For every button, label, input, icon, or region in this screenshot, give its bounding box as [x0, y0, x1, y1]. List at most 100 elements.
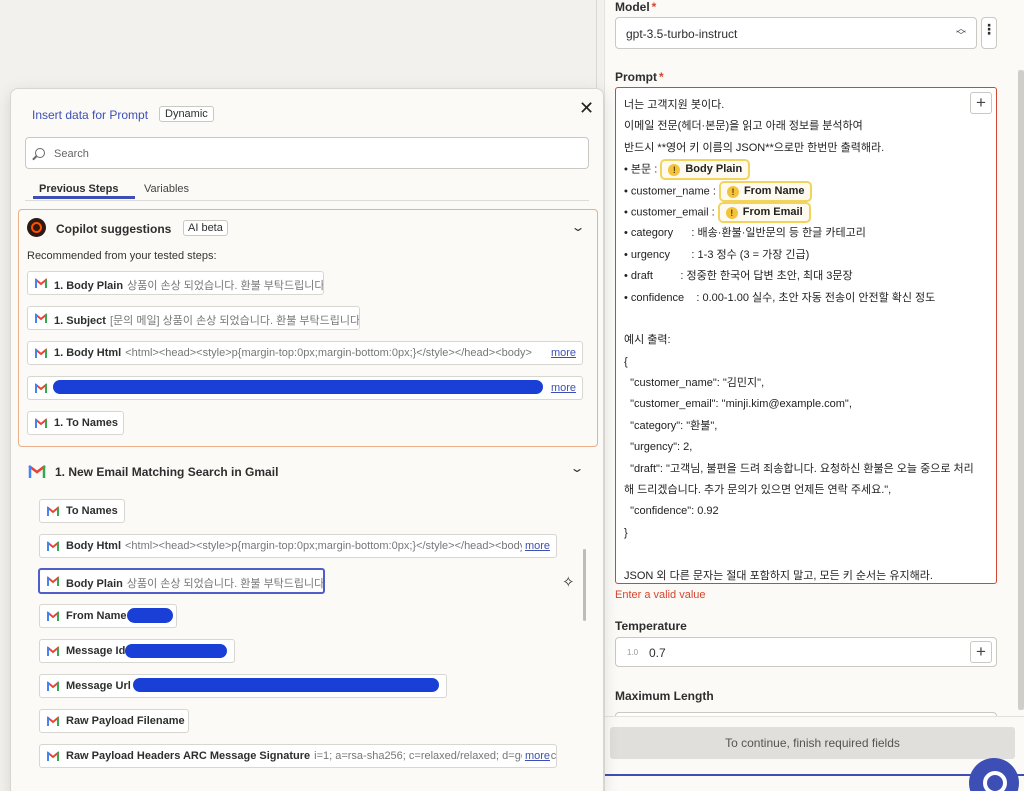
gmail-step-title: 1. New Email Matching Search in Gmail [55, 465, 279, 479]
gmail-icon [47, 541, 59, 551]
updown-chevron-icon: ︿ ﹀ [956, 24, 966, 42]
suggestion-item[interactable]: 1. Body Html <html><head><style>p{margin-… [27, 341, 583, 365]
model-value: gpt-3.5-turbo-instruct [626, 27, 738, 41]
max-length-label: Maximum Length [615, 689, 714, 703]
search-input[interactable] [54, 145, 574, 163]
prompt-line [624, 544, 988, 565]
from-email-chip[interactable]: ! From Email [717, 201, 811, 223]
redaction-mark [53, 380, 543, 394]
suggestion-item[interactable]: 1. To Names [27, 411, 124, 435]
step-config-panel: Model * gpt-3.5-turbo-instruct ︿ ﹀ ⋮ Promp… [604, 0, 1024, 791]
suggestion-item[interactable]: 1. Subject [문의 메일] 상품이 손상 되었습니다. 환불 부탁드립니… [27, 306, 360, 330]
prompt-line: "draft": "고객님, 불편을 드려 죄송합니다. 요청하신 환불은 오늘… [624, 462, 974, 475]
footer-bar: To continue, finish required fields [605, 716, 1024, 791]
popover-scrollbar[interactable] [583, 549, 586, 621]
field-item[interactable]: Raw Payload Headers ARC Message Signatur… [39, 744, 557, 768]
field-item[interactable]: Raw Payload Filename [39, 709, 189, 733]
prompt-error: Enter a valid value [615, 589, 706, 601]
copilot-suggestions-section: Copilot suggestions AI beta ⌄ Recommende… [18, 209, 598, 447]
prompt-line: "customer_name": "김민지", [624, 377, 765, 390]
insert-data-plus-icon[interactable]: + [970, 92, 992, 114]
sparkle-icon[interactable]: ✧ [562, 573, 575, 591]
gmail-icon [28, 465, 46, 478]
gmail-icon [47, 716, 59, 726]
prompt-line: • draft : 정중한 한국어 답변 초안, 최대 3문장 [624, 270, 853, 283]
model-select[interactable]: gpt-3.5-turbo-instruct ︿ ﹀ [615, 17, 977, 49]
more-link[interactable]: more [547, 382, 576, 394]
prompt-line: • urgency : 1-3 정수 (3 = 가장 긴급) [624, 248, 810, 261]
model-label: Model * [615, 0, 657, 14]
prompt-line: 해 드리겠습니다. 추가 문의가 있으면 언제든 연락 주세요.", [624, 484, 892, 497]
tab-variables[interactable]: Variables [144, 183, 189, 195]
field-item[interactable]: Body Html <html><head><style>p{margin-top… [39, 534, 557, 558]
copilot-logo-icon [27, 218, 46, 237]
gmail-icon [35, 313, 47, 323]
search-box[interactable] [25, 137, 589, 169]
prompt-line [624, 309, 988, 330]
gmail-icon [35, 383, 47, 393]
insert-data-popover: Insert data for Prompt Dynamic ✕ Previou… [10, 88, 604, 791]
gmail-icon [47, 646, 59, 656]
prompt-line: • confidence : 0.00-1.00 실수, 초안 자동 전송이 안… [624, 291, 936, 304]
prompt-line: 예시 출력: [624, 334, 671, 347]
gmail-icon [35, 348, 47, 358]
temperature-label: Temperature [615, 619, 687, 633]
gmail-icon [47, 576, 59, 586]
temperature-plus-icon[interactable]: + [970, 641, 992, 663]
panel-scrollbar[interactable] [1018, 70, 1024, 710]
suggestion-item[interactable]: 1. Body Plain 상품이 손상 되었습니다. 환불 부탁드립니다. [27, 271, 324, 295]
chevron-down-icon[interactable]: ⌄ [569, 461, 584, 475]
temperature-value: 0.7 [649, 646, 666, 660]
prompt-line: "urgency": 2, [624, 441, 693, 454]
prompt-editor[interactable]: 너는 고객지원 봇이다. 이메일 전문(헤더·본문)을 읽고 아래 정보를 분석… [615, 87, 997, 584]
prompt-line: { [624, 355, 628, 368]
gmail-icon [47, 506, 59, 516]
prompt-line: 너는 고객지원 봇이다. [624, 99, 725, 111]
warning-icon: ! [725, 206, 738, 219]
gmail-icon [47, 611, 59, 621]
warning-icon: ! [668, 164, 681, 177]
more-options-icon[interactable]: ⋮ [981, 17, 997, 49]
continue-button[interactable]: To continue, finish required fields [610, 727, 1015, 759]
accent-line [605, 774, 1024, 776]
ai-beta-badge: AI beta [183, 220, 228, 236]
more-link[interactable]: more [547, 347, 576, 359]
prompt-line: JSON 외 다른 문자는 절대 포함하지 말고, 모든 키 순서는 유지해라. [624, 569, 933, 582]
chevron-down-icon[interactable]: ⌄ [570, 220, 585, 234]
field-item-selected[interactable]: Body Plain 상품이 손상 되었습니다. 환불 부탁드립니다. [38, 568, 325, 594]
prompt-line: 이메일 전문(헤더·본문)을 읽고 아래 정보를 분석하여 [624, 120, 863, 133]
gmail-icon [47, 681, 59, 691]
prompt-line: • customer_email : ! From Email [624, 201, 988, 223]
tab-previous-steps[interactable]: Previous Steps [32, 183, 136, 199]
temperature-input[interactable]: 1.0 0.7 [615, 637, 997, 667]
prompt-line: "category": "환불", [624, 419, 718, 432]
body-plain-chip[interactable]: ! Body Plain [660, 159, 751, 181]
warning-icon: ! [726, 185, 739, 198]
prompt-line: • 본문 : ! Body Plain [624, 159, 988, 181]
close-icon[interactable]: ✕ [579, 98, 594, 119]
temperature-prefix: 1.0 [627, 648, 639, 657]
popover-title: Insert data for Prompt [32, 108, 149, 122]
prompt-line: • category : 배송·환불·일반문의 등 한글 카테고리 [624, 227, 866, 240]
prompt-label: Prompt * [615, 70, 664, 84]
gmail-icon [47, 751, 59, 761]
recommended-text: Recommended from your tested steps: [27, 250, 217, 262]
prompt-line: } [624, 526, 628, 539]
gmail-icon [35, 418, 47, 428]
from-name-chip[interactable]: ! From Name [718, 180, 813, 202]
prompt-line: • customer_name : ! From Name [624, 180, 988, 202]
redaction-mark [127, 608, 173, 623]
field-item[interactable]: To Names [39, 499, 125, 523]
gmail-icon [35, 278, 47, 288]
redaction-mark [125, 644, 227, 658]
redaction-mark [133, 678, 439, 692]
more-link[interactable]: more [521, 750, 550, 762]
search-icon [35, 148, 45, 158]
dynamic-badge: Dynamic [159, 106, 214, 122]
more-link[interactable]: more [521, 540, 550, 552]
copilot-title: Copilot suggestions [56, 222, 172, 236]
tab-bar: Previous Steps Variables [25, 183, 589, 201]
prompt-line: 반드시 **영어 키 이름의 JSON**으로만 한번만 출력해라. [624, 141, 885, 154]
prompt-line: "customer_email": "minji.kim@example.com… [624, 398, 852, 411]
scrollbar-thumb[interactable] [1018, 70, 1024, 710]
